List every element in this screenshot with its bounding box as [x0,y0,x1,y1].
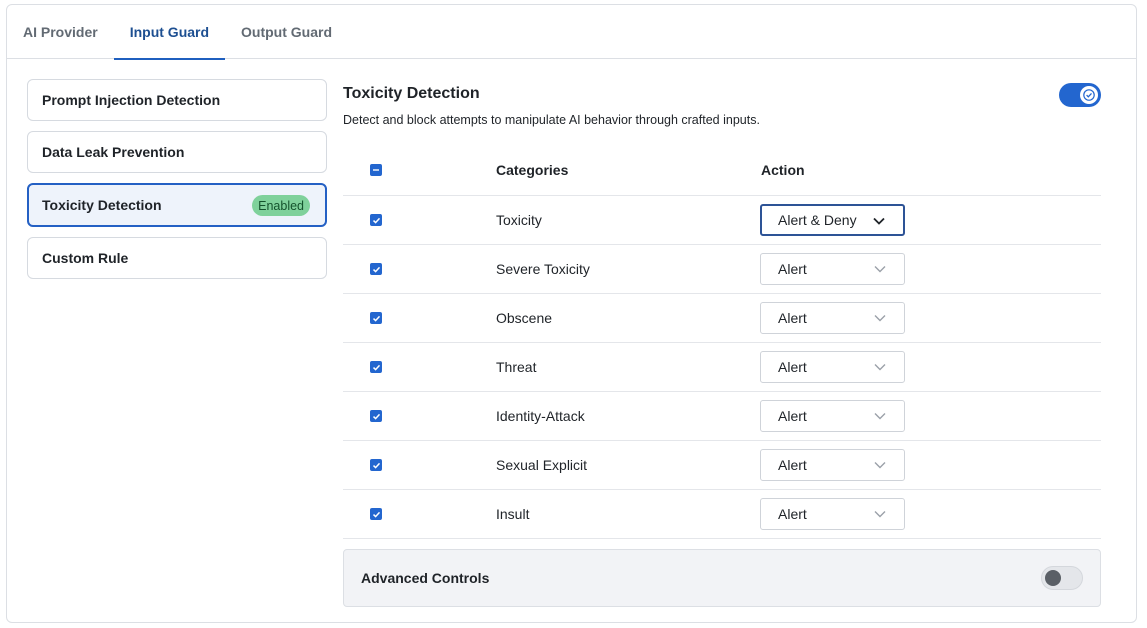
action-select[interactable]: Alert & Deny [760,204,905,236]
tab-ai-provider[interactable]: AI Provider [7,5,114,59]
category-label: Severe Toxicity [496,261,590,277]
action-select[interactable]: Alert [760,400,905,432]
table-row: Sexual Explicit Alert [343,441,1101,490]
category-label: Insult [496,506,530,522]
chevron-down-icon [874,462,886,469]
action-select[interactable]: Alert [760,302,905,334]
sidebar-item-label: Data Leak Prevention [42,144,185,160]
sidebar-item-prompt-injection[interactable]: Prompt Injection Detection [27,79,327,121]
chevron-down-icon [874,364,886,371]
category-label: Threat [496,359,537,375]
row-checkbox[interactable] [370,263,382,275]
row-checkbox[interactable] [370,312,382,324]
chevron-down-icon [873,217,885,225]
table-row: Toxicity Alert & Deny [343,196,1101,245]
category-label: Identity-Attack [496,408,585,424]
chevron-down-icon [874,413,886,420]
row-checkbox[interactable] [370,410,382,422]
category-label: Obscene [496,310,553,326]
status-badge: Enabled [252,195,310,216]
check-icon [1080,86,1098,104]
category-label: Toxicity [496,212,542,228]
tab-bar: AI Provider Input Guard Output Guard [7,5,1136,60]
row-checkbox[interactable] [370,361,382,373]
select-value: Alert [778,261,807,277]
sidebar-item-label: Prompt Injection Detection [42,92,221,108]
select-all-checkbox[interactable] [370,164,382,176]
page-description: Detect and block attempts to manipulate … [343,113,760,127]
select-value: Alert [778,506,807,522]
row-checkbox[interactable] [370,459,382,471]
sidebar-item-label: Toxicity Detection [42,197,162,213]
select-value: Alert [778,359,807,375]
row-checkbox[interactable] [370,214,382,226]
action-select[interactable]: Alert [760,253,905,285]
select-value: Alert [778,408,807,424]
sidebar-item-custom-rule[interactable]: Custom Rule [27,237,327,279]
table-row: Threat Alert [343,343,1101,392]
table-row: Severe Toxicity Alert [343,245,1101,294]
chevron-down-icon [874,511,886,518]
categories-table: Categories Action Toxicity Alert & Deny … [343,145,1101,539]
table-row: Identity-Attack Alert [343,392,1101,441]
chevron-down-icon [874,315,886,322]
action-select[interactable]: Alert [760,449,905,481]
sidebar-item-label: Custom Rule [42,250,129,266]
table-row: Insult Alert [343,490,1101,539]
select-value: Alert [778,310,807,326]
row-checkbox[interactable] [370,508,382,520]
column-header-categories: Categories [496,162,569,178]
action-select[interactable]: Alert [760,351,905,383]
guard-list: Prompt Injection Detection Data Leak Pre… [27,79,327,289]
category-label: Sexual Explicit [496,457,588,473]
enable-toggle[interactable] [1059,83,1101,107]
table-row: Obscene Alert [343,294,1101,343]
advanced-controls-toggle[interactable] [1041,566,1083,590]
action-select[interactable]: Alert [760,498,905,530]
select-value: Alert [778,457,807,473]
chevron-down-icon [874,266,886,273]
column-header-action: Action [761,162,805,178]
tab-output-guard[interactable]: Output Guard [225,5,348,59]
toggle-knob [1045,570,1061,586]
sidebar-item-data-leak[interactable]: Data Leak Prevention [27,131,327,173]
tab-input-guard[interactable]: Input Guard [113,5,226,60]
select-value: Alert & Deny [778,212,857,228]
page-title: Toxicity Detection [343,85,480,102]
advanced-controls-label: Advanced Controls [361,570,490,586]
table-header: Categories Action [343,145,1101,196]
advanced-controls-section[interactable]: Advanced Controls [343,549,1101,607]
settings-panel: AI Provider Input Guard Output Guard Pro… [6,4,1137,623]
sidebar-item-toxicity[interactable]: Toxicity Detection Enabled [27,183,327,227]
